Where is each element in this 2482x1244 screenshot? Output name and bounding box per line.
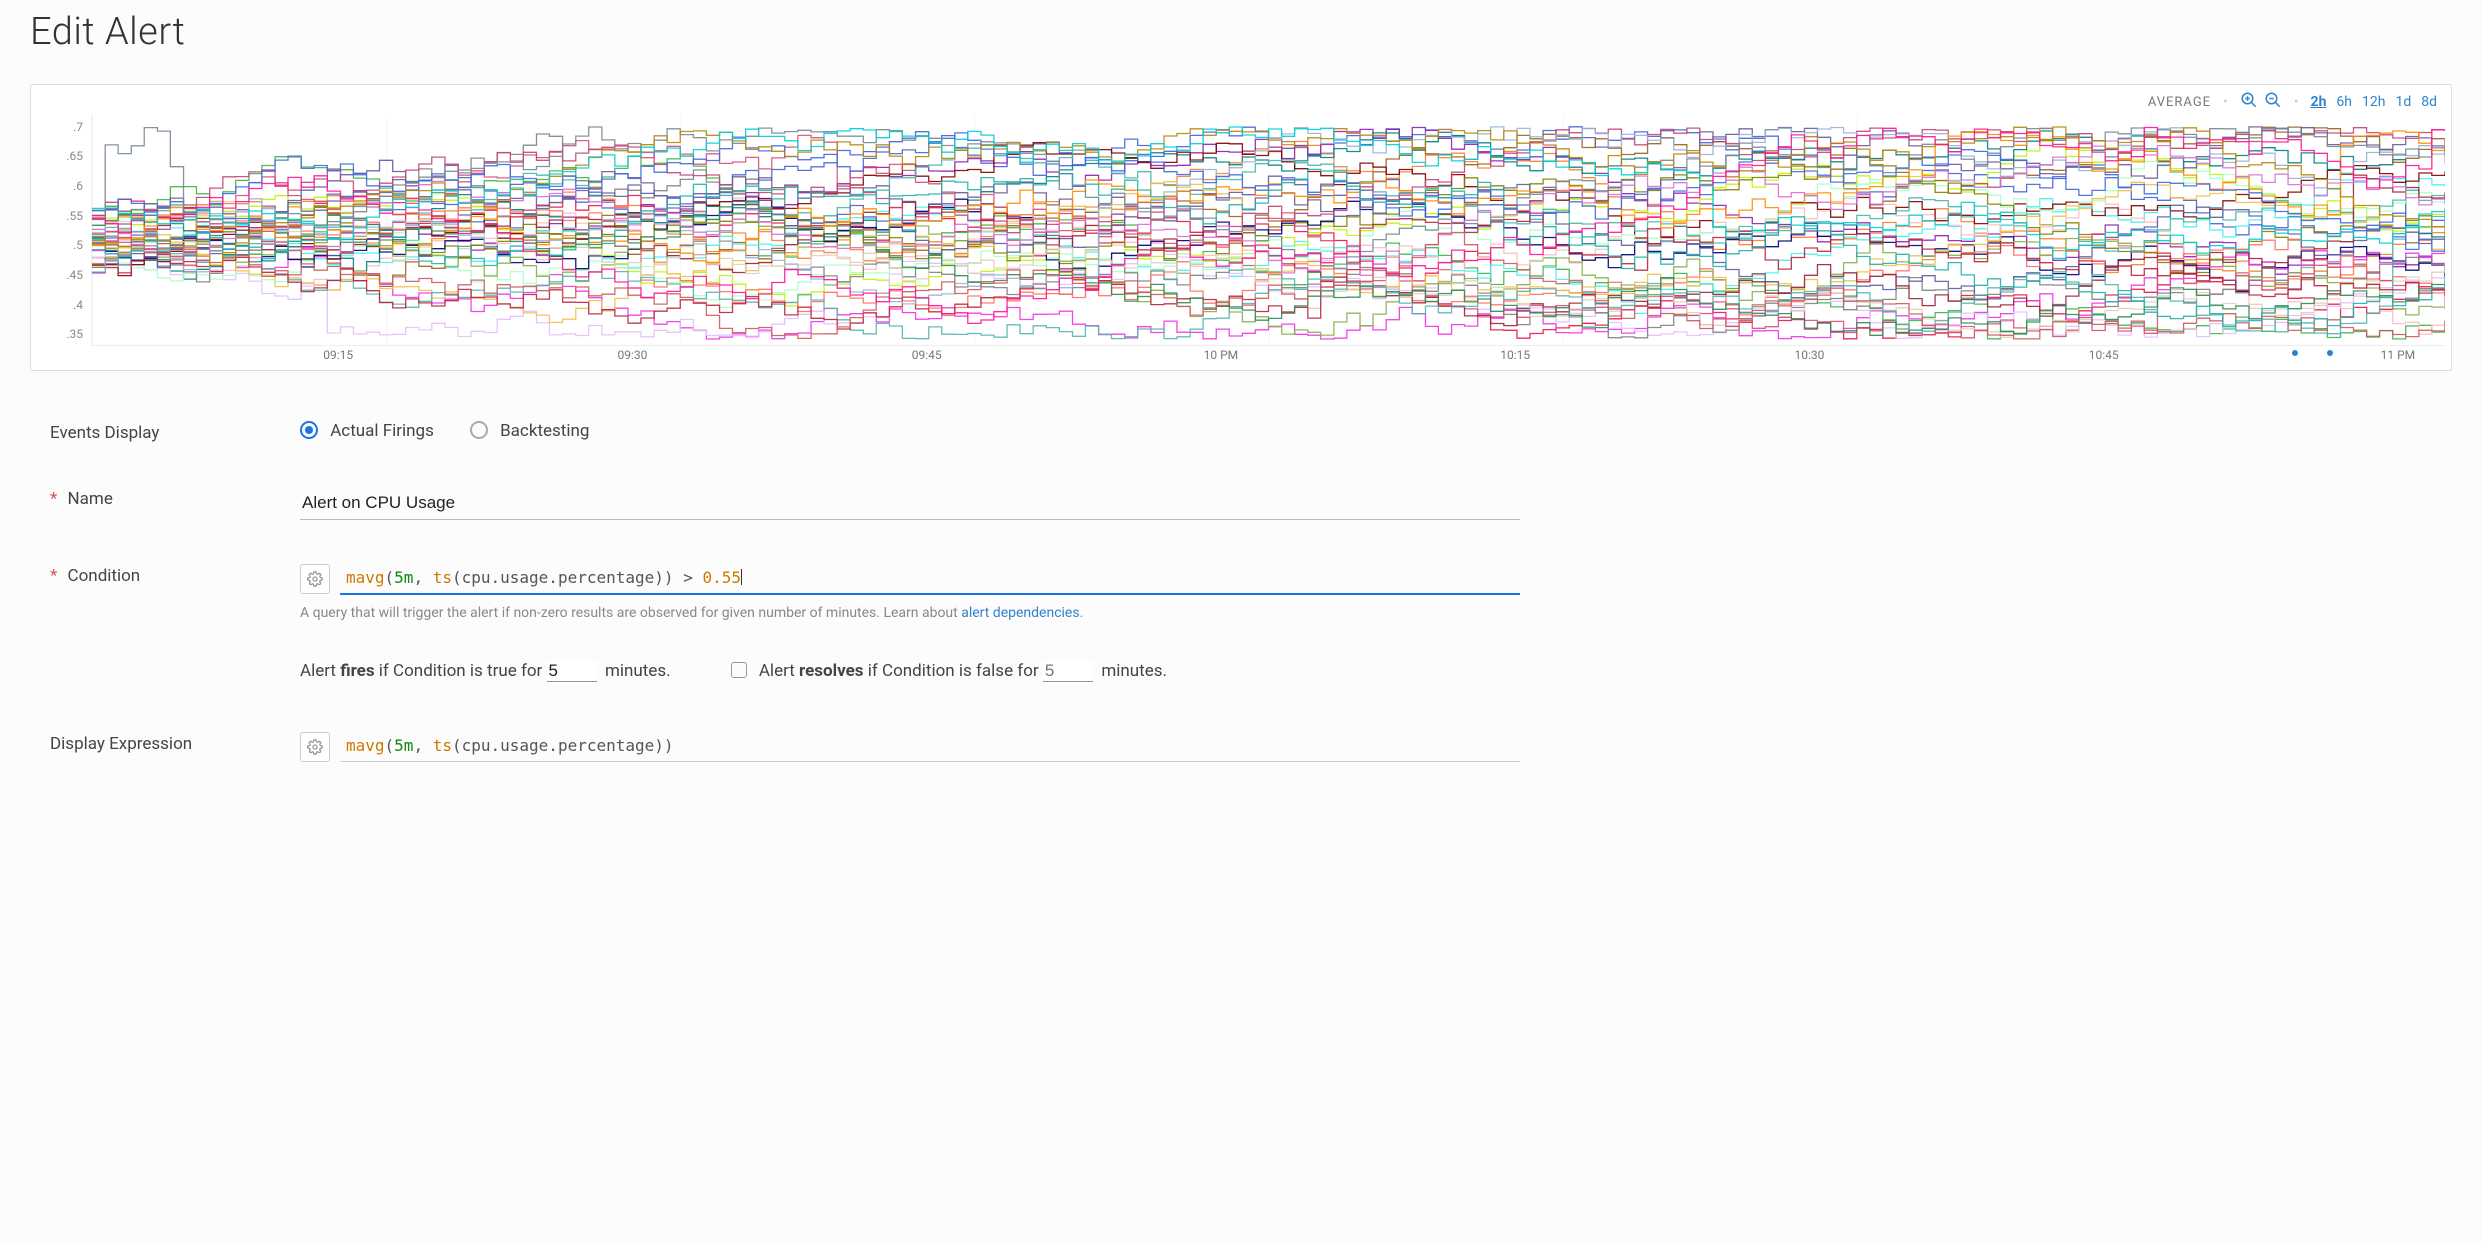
x-tick-label: 10:15 — [1500, 348, 1530, 362]
radio-icon[interactable] — [470, 421, 488, 439]
name-label: * Name — [30, 487, 300, 509]
radio-backtesting[interactable]: Backtesting — [470, 421, 590, 441]
separator-dot: • — [2223, 94, 2228, 110]
radio-label: Backtesting — [500, 421, 589, 441]
x-tick-label: 10:45 — [2089, 348, 2119, 362]
y-tick-label: .7 — [73, 120, 83, 134]
display-expression-settings-button[interactable] — [300, 732, 330, 762]
chart-body[interactable]: .35 .4 .45 .5 .55 .6 .65 .7 09:15 09:30 09:45 10 P… — [31, 115, 2451, 370]
separator-dot: • — [2294, 94, 2299, 110]
y-tick-label: .5 — [73, 238, 83, 252]
required-marker: * — [50, 489, 57, 509]
name-input[interactable] — [300, 487, 1520, 520]
alert-fires-sentence: Alert fires if Condition is true for min… — [300, 661, 671, 682]
condition-help-text: A query that will trigger the alert if n… — [300, 605, 2432, 621]
range-option-8d[interactable]: 8d — [2421, 94, 2437, 110]
resolves-minutes-input[interactable] — [1043, 661, 1093, 682]
y-tick-label: .45 — [66, 268, 83, 282]
x-tick-label: 09:45 — [912, 348, 942, 362]
gear-icon — [307, 739, 323, 755]
x-tick-label: 10 PM — [1204, 348, 1239, 362]
chart-toolbar: AVERAGE • • 2h 6h 12h 1d 8d — [31, 89, 2451, 115]
aggregation-label[interactable]: AVERAGE — [2148, 95, 2211, 110]
x-tick-label: 09:15 — [323, 348, 353, 362]
radio-icon[interactable] — [300, 421, 318, 439]
y-tick-label: .35 — [66, 327, 83, 341]
page-title: Edit Alert — [30, 10, 2452, 54]
zoom-out-icon[interactable] — [2264, 91, 2282, 113]
plot-area[interactable] — [91, 115, 2445, 346]
range-option-6h[interactable]: 6h — [2336, 94, 2352, 110]
zoom-in-icon[interactable] — [2240, 91, 2258, 113]
x-tick-label: 10:30 — [1794, 348, 1824, 362]
condition-input[interactable]: mavg(5m, ts(cpu.usage.percentage)) > 0.5… — [340, 564, 1520, 595]
y-tick-label: .4 — [73, 298, 83, 312]
chart-panel: AVERAGE • • 2h 6h 12h 1d 8d — [30, 84, 2452, 371]
radio-actual-firings[interactable]: Actual Firings — [300, 421, 434, 441]
y-axis: .35 .4 .45 .5 .55 .6 .65 .7 — [31, 115, 89, 346]
x-axis: 09:15 09:30 09:45 10 PM 10:15 10:30 10:45 11 PM — [91, 348, 2445, 370]
y-tick-label: .55 — [66, 209, 83, 223]
required-marker: * — [50, 566, 57, 586]
events-display-label: Events Display — [30, 421, 300, 443]
y-tick-label: .6 — [73, 179, 83, 193]
event-markers — [91, 336, 2445, 346]
x-tick-label: 09:30 — [617, 348, 647, 362]
x-tick-label: 11 PM — [2381, 348, 2416, 362]
resolves-checkbox[interactable] — [731, 662, 747, 678]
time-range-picker: 2h 6h 12h 1d 8d — [2311, 94, 2437, 110]
range-option-12h[interactable]: 12h — [2362, 94, 2385, 110]
alert-dependencies-link[interactable]: alert dependencies — [961, 605, 1079, 621]
condition-label: * Condition — [30, 564, 300, 586]
condition-settings-button[interactable] — [300, 564, 330, 594]
alert-resolves-sentence: Alert resolves if Condition is false for… — [731, 661, 1167, 682]
y-tick-label: .65 — [66, 149, 83, 163]
gear-icon — [307, 571, 323, 587]
display-expression-input[interactable]: mavg(5m, ts(cpu.usage.percentage)) — [340, 732, 1520, 762]
radio-label: Actual Firings — [330, 421, 434, 441]
range-option-1d[interactable]: 1d — [2395, 94, 2411, 110]
range-option-2h[interactable]: 2h — [2311, 94, 2327, 110]
fires-minutes-input[interactable] — [547, 661, 597, 682]
display-expression-label: Display Expression — [30, 732, 300, 754]
